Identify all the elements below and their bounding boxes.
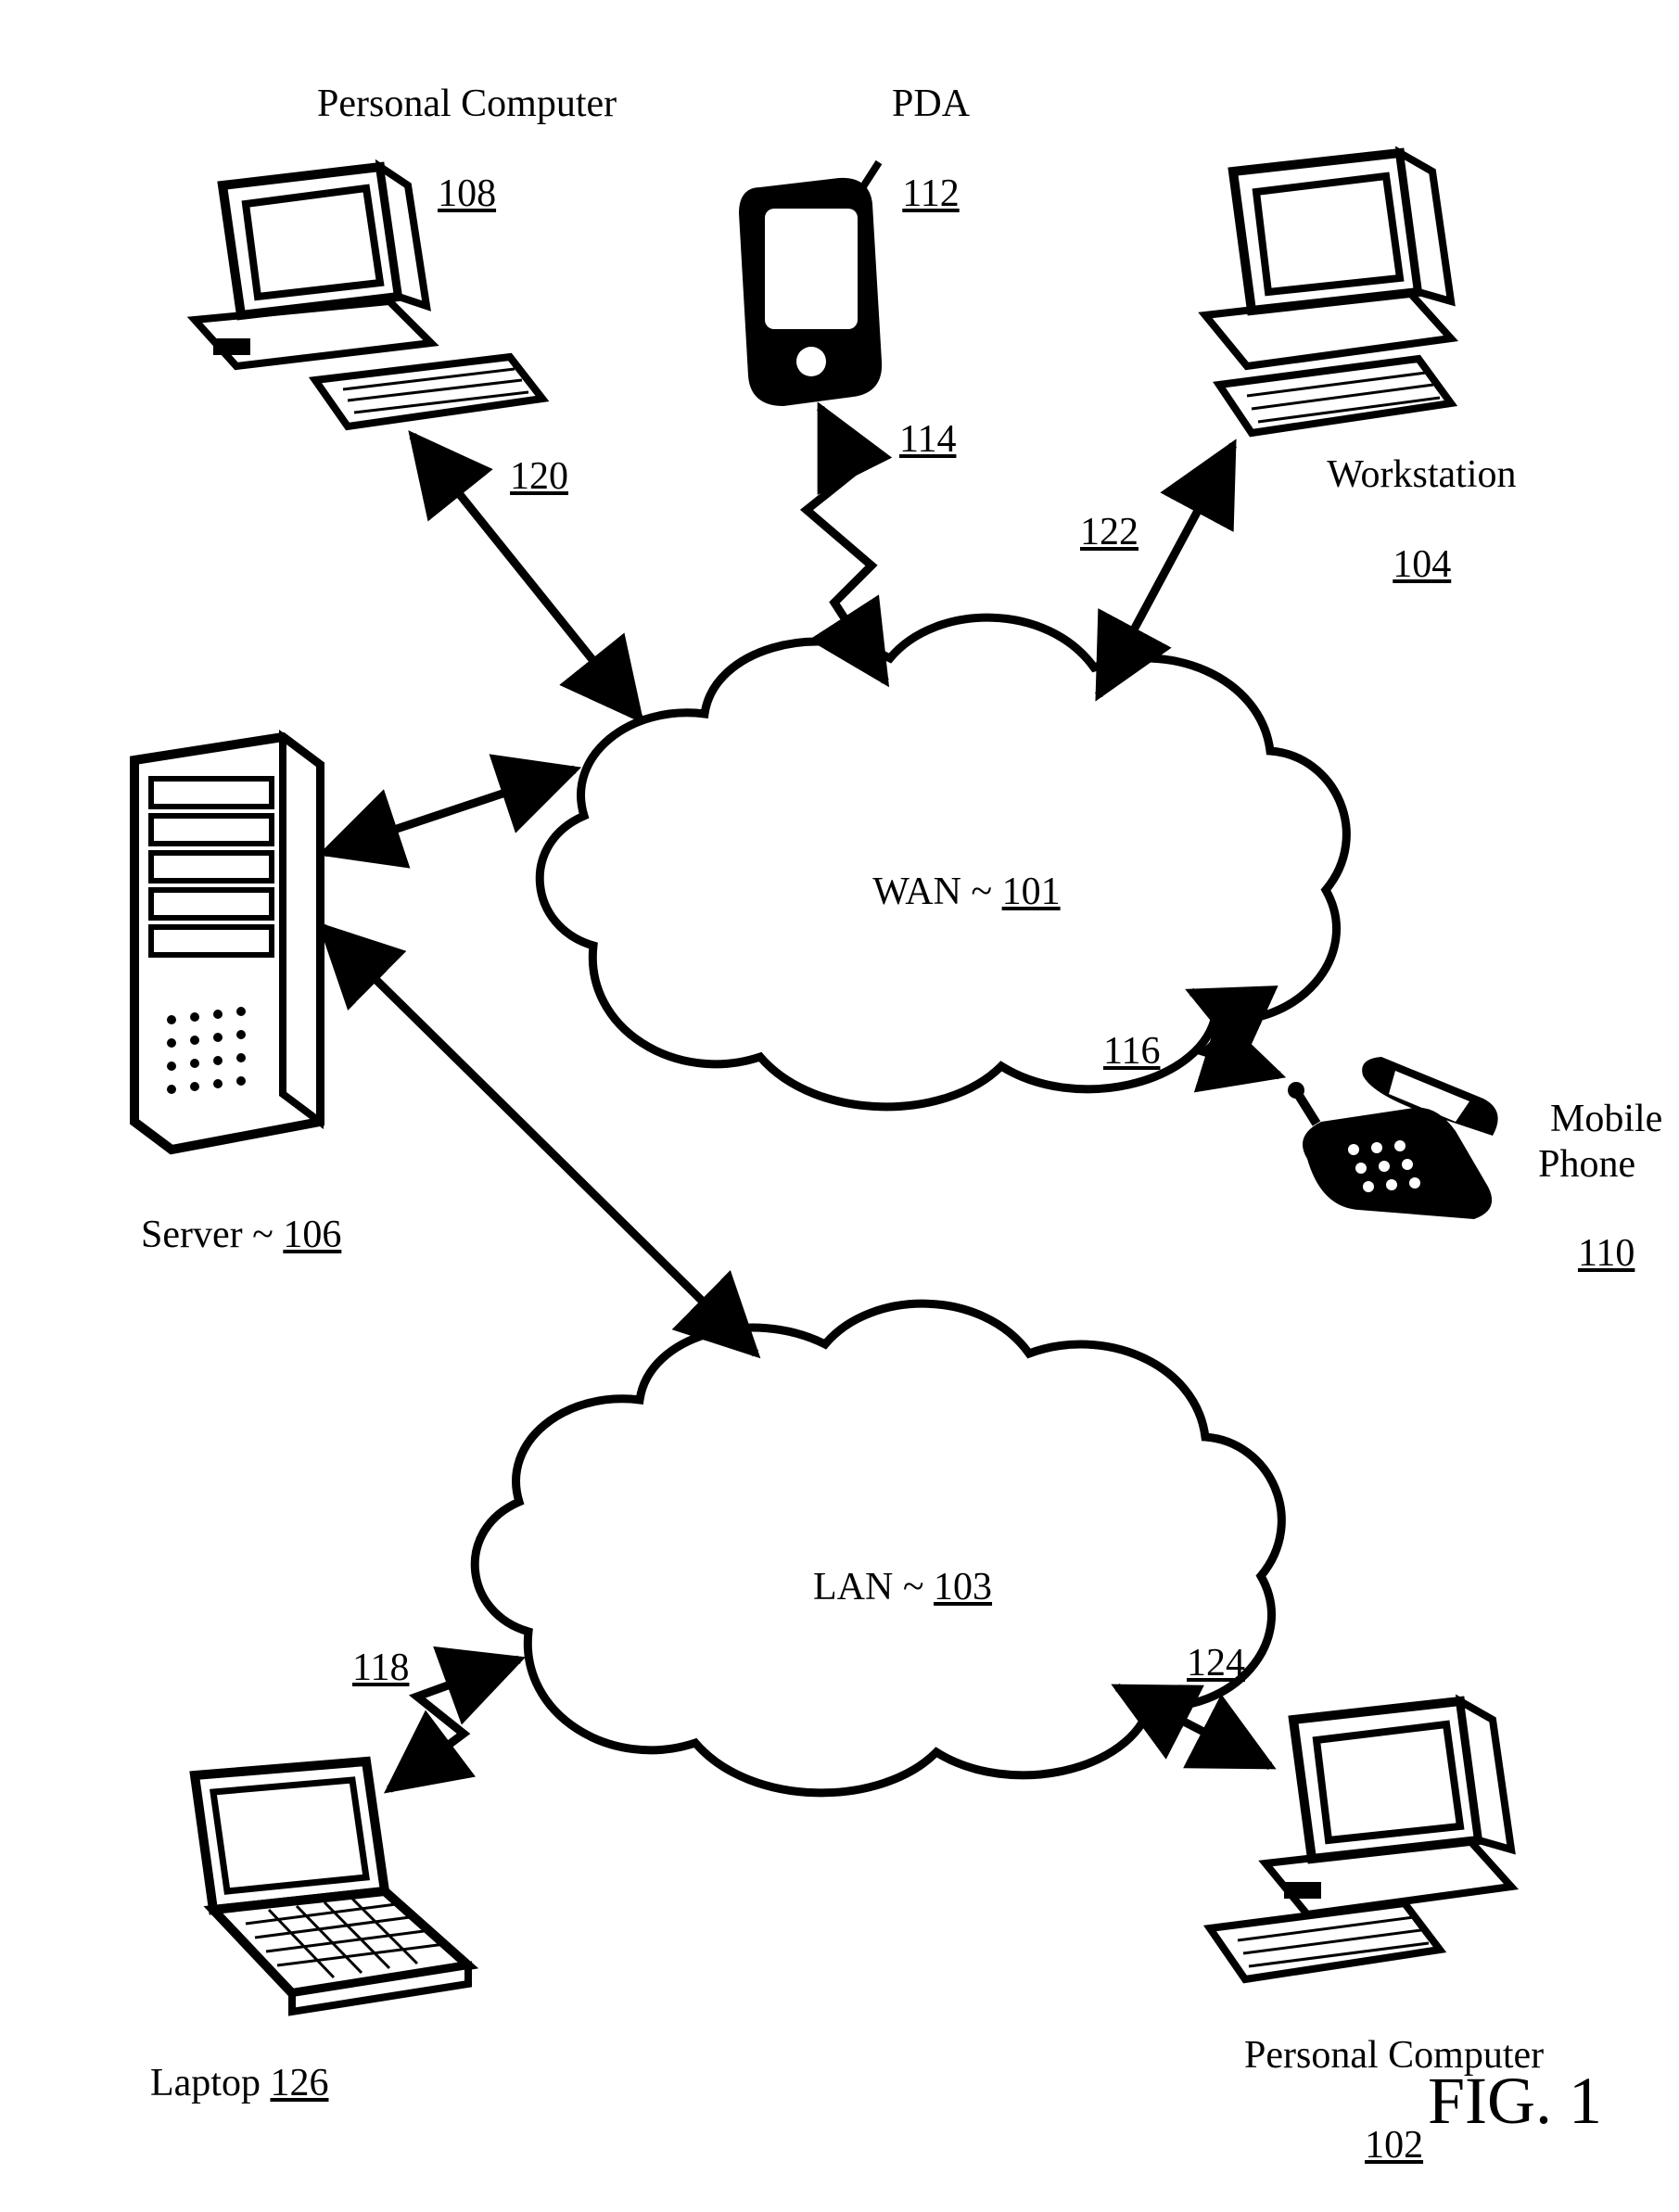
lan-name: LAN ~ [813, 1566, 934, 1608]
mobile-110-label: Mobile Phone 110 [1511, 1052, 1662, 1321]
pc-108-name: Personal Computer [317, 83, 617, 125]
lan-ref: 103 [934, 1566, 992, 1608]
server-name: Server ~ [141, 1214, 283, 1256]
edge-120-ref: 120 [510, 454, 568, 499]
laptop-126-label: Laptop 126 [111, 2016, 328, 2151]
edge-114-ref: 114 [899, 417, 956, 462]
workstation-ref: 104 [1393, 543, 1451, 586]
edge-124-ref: 124 [1187, 1641, 1245, 1685]
workstation-104-icon [1205, 153, 1451, 433]
laptop-ref: 126 [270, 2062, 328, 2104]
laptop-name: Laptop [150, 2062, 270, 2104]
edge-116-ref: 116 [1103, 1029, 1160, 1074]
wan-ref: 101 [1002, 871, 1061, 913]
wan-label: WAN ~ 101 [834, 825, 1061, 960]
pc-102-icon [1210, 1701, 1511, 1979]
svg-layer [0, 0, 1679, 2138]
pc-108-ref: 108 [438, 172, 496, 215]
mobile-ref: 110 [1578, 1232, 1634, 1275]
edge-122-ref: 122 [1080, 510, 1138, 554]
server-106-label: Server ~ 106 [102, 1168, 341, 1303]
laptop-126-icon [195, 1761, 468, 2012]
pda-112-name: PDA [892, 83, 970, 125]
mobile-phone-110-icon [1288, 1057, 1498, 1219]
wan-name: WAN ~ [872, 871, 1001, 913]
edge-118-ref: 118 [352, 1646, 409, 1690]
diagram-canvas: Personal Computer 108 PDA 112 Workstatio… [0, 0, 1679, 2138]
pda-112-label: PDA 112 [853, 37, 970, 261]
server-ref: 106 [283, 1214, 341, 1256]
workstation-104-label: Workstation 104 [1289, 408, 1517, 631]
pc-102-ref: 102 [1365, 2124, 1423, 2167]
pda-112-ref: 112 [902, 172, 959, 215]
pc-108-label: Personal Computer 108 [278, 37, 617, 261]
lan-label: LAN ~ 103 [774, 1520, 992, 1655]
edge-server-wan-line [324, 769, 575, 853]
server-106-icon [134, 737, 320, 1150]
workstation-name: Workstation [1327, 453, 1516, 496]
figure-caption: FIG. 1 [1428, 2063, 1602, 2140]
mobile-name: Mobile Phone [1538, 1098, 1662, 1185]
